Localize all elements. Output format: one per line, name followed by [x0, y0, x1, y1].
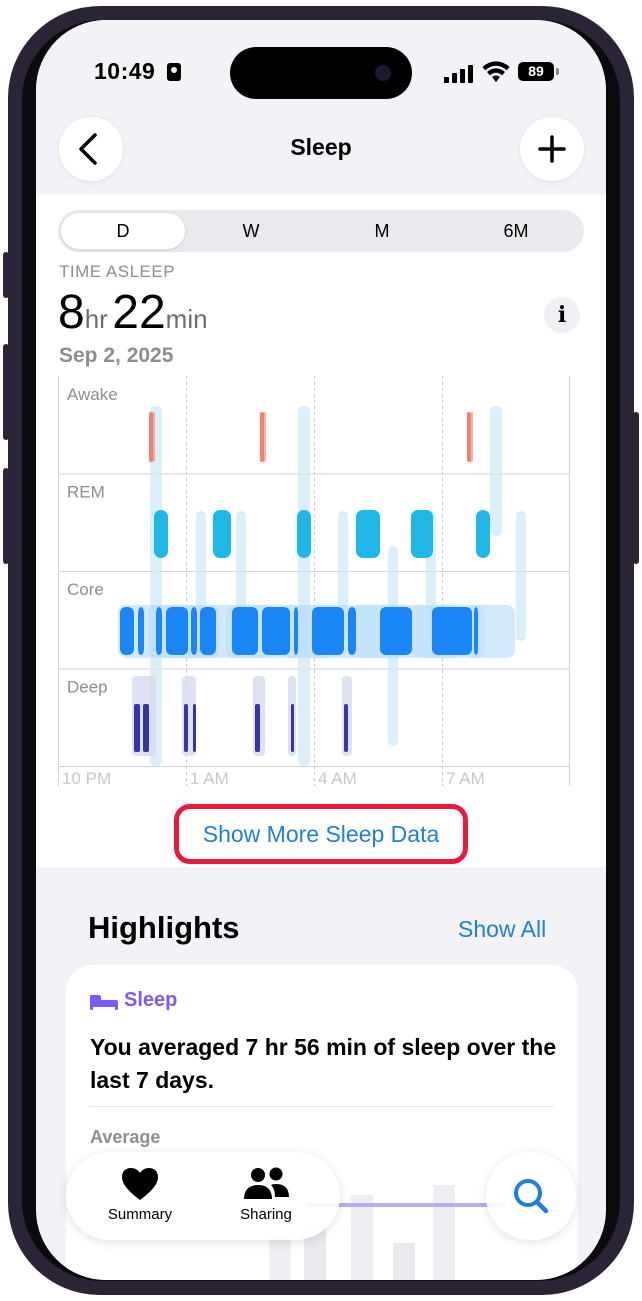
average-label: Average	[90, 1127, 161, 1147]
core-band	[466, 605, 515, 658]
segment-week[interactable]: W	[189, 210, 313, 252]
segment-month[interactable]: M	[320, 210, 444, 252]
heart-icon	[122, 1168, 158, 1200]
core-block	[432, 607, 472, 655]
stage-label: REM	[67, 483, 105, 502]
search-icon	[514, 1179, 549, 1214]
rem-block	[154, 510, 168, 558]
tab-sharing-label: Sharing	[240, 1206, 292, 1223]
deep-block	[184, 704, 188, 752]
highlight-text: You averaged 7 hr 56 min of sleep over t…	[90, 1034, 557, 1093]
time-range-segmented-control: D W M 6M	[58, 210, 584, 252]
core-block	[232, 607, 258, 655]
sleep-detail-card: D W M 6M TIME ASLEEP 8hr 22min Sep 2, 20…	[36, 195, 606, 867]
transition-connector	[490, 406, 502, 536]
transition-connector	[516, 511, 526, 641]
deep-block	[193, 704, 196, 752]
cellular-signal-icon	[444, 65, 474, 83]
plus-icon	[538, 135, 566, 163]
device-frame: 10:49 89 Sleep D W M 6M TIME ASLEEP 8hr …	[0, 0, 642, 1301]
segment-day[interactable]: D	[61, 213, 185, 249]
core-block	[138, 607, 144, 655]
show-all-highlights-link[interactable]: Show All	[458, 916, 546, 943]
core-block	[312, 607, 344, 655]
hours-value: 8	[58, 286, 85, 339]
tab-summary-label: Summary	[107, 1206, 173, 1223]
core-block	[200, 607, 216, 655]
awake-mark	[260, 412, 264, 462]
core-block	[348, 607, 356, 655]
x-tick-label: 4 AM	[318, 769, 357, 786]
awake-mark	[149, 412, 153, 462]
awake-mark	[467, 412, 471, 462]
id-card-icon	[167, 63, 181, 81]
info-icon: i	[557, 302, 567, 328]
rem-block	[356, 510, 380, 558]
deep-block	[143, 704, 149, 752]
sleep-stages-chart[interactable]: Awake REM Core Deep 10 PM 1 AM 4 AM 7 AM	[58, 376, 570, 786]
core-block	[191, 607, 197, 655]
time-asleep-label: TIME ASLEEP	[59, 262, 176, 281]
rem-block	[297, 510, 311, 558]
people-icon	[244, 1167, 289, 1199]
awake-mark	[471, 412, 473, 462]
tab-sharing[interactable]: Sharing	[206, 1158, 326, 1234]
awake-mark	[264, 412, 266, 462]
transition-connector	[298, 406, 310, 766]
dynamic-island	[230, 47, 412, 99]
hours-unit: hr	[84, 304, 108, 334]
status-time: 10:49	[94, 58, 156, 84]
highlight-category: Sleep	[124, 989, 178, 1011]
core-block	[262, 607, 290, 655]
stage-label: Deep	[67, 678, 108, 697]
divider	[90, 1106, 554, 1107]
stage-label: Awake	[67, 385, 118, 404]
bed-icon	[90, 995, 118, 1010]
tab-bar: Summary Sharing	[66, 1152, 340, 1240]
segment-6-months[interactable]: 6M	[451, 210, 581, 252]
core-block	[474, 607, 478, 655]
tab-summary[interactable]: Summary	[80, 1158, 200, 1234]
awake-mark	[153, 412, 155, 462]
x-tick-label: 7 AM	[446, 769, 485, 786]
battery-indicator: 89	[518, 62, 554, 81]
x-tick-label: 10 PM	[62, 769, 111, 786]
stage-label: Core	[67, 580, 104, 599]
deep-block	[291, 704, 294, 752]
deep-block	[134, 704, 140, 752]
add-data-button[interactable]	[520, 117, 584, 181]
core-block	[380, 607, 412, 655]
time-asleep-value: 8hr 22min	[58, 285, 208, 340]
deep-block	[344, 704, 348, 752]
info-button[interactable]: i	[544, 297, 580, 333]
rem-block	[213, 510, 231, 558]
minutes-value: 22	[112, 286, 166, 339]
battery-tip	[556, 68, 559, 75]
rem-block	[411, 510, 433, 558]
header-area: 10:49 89 Sleep	[36, 20, 606, 195]
camera-icon	[375, 65, 391, 81]
core-block	[294, 607, 298, 655]
x-tick-label: 1 AM	[190, 769, 229, 786]
highlights-heading: Highlights	[88, 910, 240, 945]
core-block	[120, 607, 134, 655]
core-block	[156, 607, 162, 655]
wifi-icon	[482, 61, 510, 82]
deep-block	[255, 704, 260, 752]
screen: 10:49 89 Sleep D W M 6M TIME ASLEEP 8hr …	[36, 20, 606, 1280]
show-more-sleep-data-button[interactable]: Show More Sleep Data	[174, 804, 468, 864]
rem-block	[476, 510, 490, 558]
search-button[interactable]	[486, 1152, 576, 1240]
minutes-unit: min	[165, 304, 208, 334]
sleep-date: Sep 2, 2025	[59, 344, 174, 367]
core-block	[166, 607, 188, 655]
